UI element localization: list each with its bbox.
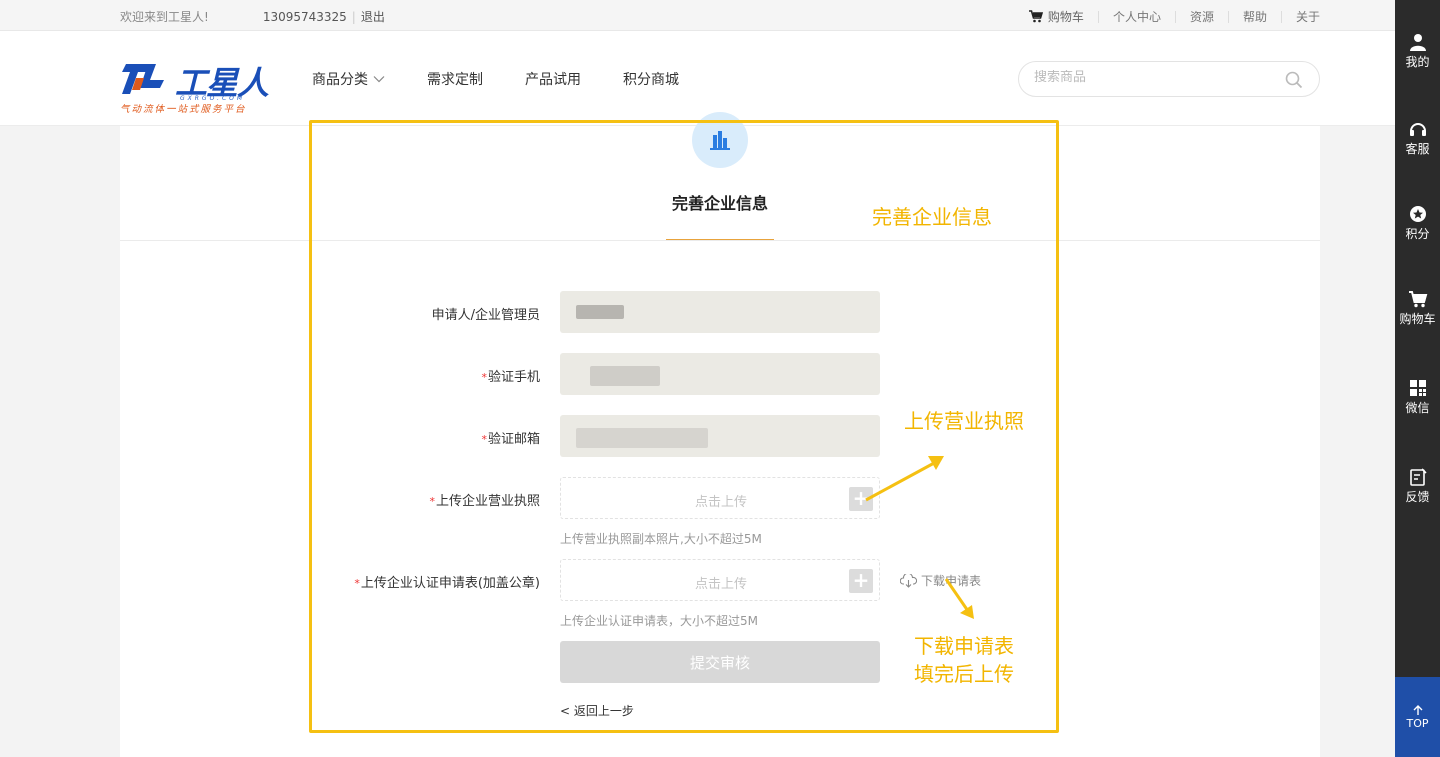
link-about[interactable]: 关于 [1296, 8, 1320, 25]
cloud-download-icon [900, 573, 917, 588]
logo-tagline: 气动流体一站式服务平台 [120, 104, 247, 115]
sidebar-item-feedback[interactable]: 反馈 [1395, 468, 1440, 505]
upload-text: 点击上传 [694, 577, 747, 592]
required-mark: * [481, 433, 487, 446]
cert-label: *上传企业认证申请表(加盖公章) [354, 572, 540, 591]
search-icon[interactable] [1285, 71, 1303, 89]
divider [1097, 10, 1099, 23]
annotation-title-note: 完善企业信息 [872, 205, 992, 229]
logout-link[interactable]: 退出 [361, 8, 385, 25]
email-label-text: 验证邮箱 [487, 432, 540, 447]
required-mark: * [481, 371, 487, 384]
user-icon [1409, 34, 1426, 51]
phone-label: *验证手机 [481, 366, 540, 385]
logo-mark-icon [122, 64, 164, 94]
nav-item-points-mall[interactable]: 积分商城 [623, 69, 679, 89]
arrow-up-icon [1413, 705, 1422, 715]
nav-item-categories[interactable]: 商品分类 [312, 69, 385, 89]
annotation-arrow-icon [865, 456, 944, 502]
top-bar: 欢迎来到工星人! 13095743325 | 退出 购物车 个人中心 资源 帮助… [0, 0, 1395, 31]
submit-button[interactable]: 提交审核 [560, 641, 880, 683]
cart-icon [1408, 291, 1427, 308]
divider: | [351, 9, 356, 24]
cert-label-text: 上传企业认证申请表(加盖公章) [360, 576, 540, 591]
cert-hint: 上传企业认证申请表，大小不超过5M [560, 614, 758, 628]
card-divider [120, 240, 1320, 241]
applicant-label: 申请人/企业管理员 [431, 308, 540, 323]
cart-link[interactable]: 购物车 [1028, 8, 1084, 25]
link-personal-center[interactable]: 个人中心 [1113, 8, 1161, 25]
search-input[interactable] [1034, 70, 1274, 85]
license-label-text: 上传企业营业执照 [435, 494, 540, 509]
nav-item-trial[interactable]: 产品试用 [525, 69, 581, 89]
step-title: 完善企业信息 [671, 194, 768, 213]
required-mark: * [354, 577, 360, 590]
search-box [1018, 61, 1320, 97]
license-label: *上传企业营业执照 [429, 490, 540, 509]
sidebar-item-points[interactable]: 积分 [1395, 205, 1440, 242]
top-label: TOP [1406, 717, 1429, 730]
nav-item-custom[interactable]: 需求定制 [427, 69, 483, 89]
plus-icon[interactable]: + [849, 569, 873, 593]
email-label: *验证邮箱 [481, 428, 540, 447]
sidebar-label: 客服 [1405, 142, 1430, 156]
blurred-value [576, 428, 708, 448]
cert-upload[interactable]: 点击上传 + [560, 559, 880, 601]
star-badge-icon [1409, 206, 1426, 222]
back-link[interactable]: < 返回上一步 [560, 702, 634, 719]
enterprise-info-card: 完善企业信息 申请人/企业管理员 *验证手机 *验证邮箱 *上传企业营业执照 点… [120, 112, 1320, 757]
annotation-arrow-icon [944, 578, 974, 619]
license-hint: 上传营业执照副本照片,大小不超过5M [560, 532, 762, 546]
top-bar-right: 购物车 个人中心 资源 帮助 关于 [1028, 8, 1320, 25]
link-resources[interactable]: 资源 [1190, 8, 1214, 25]
blurred-value [576, 305, 624, 319]
header: 工星人 GXRGO.COM 气动流体一站式服务平台 商品分类 需求定制 产品试用… [0, 31, 1395, 126]
annotation-download-note: 下载申请表 填完后上传 [914, 632, 1014, 688]
user-phone: 13095743325 [262, 9, 347, 24]
logo[interactable]: 工星人 GXRGO.COM 气动流体一站式服务平台 [120, 58, 275, 116]
upload-text: 点击上传 [694, 495, 747, 510]
annotation-line: 下载申请表 [914, 634, 1014, 658]
step-icon-wrapper [692, 112, 748, 168]
blurred-value [590, 366, 660, 386]
sidebar-item-cart[interactable]: 购物车 [1395, 290, 1440, 327]
chevron-down-icon [373, 76, 385, 83]
edit-note-icon [1409, 468, 1427, 486]
phone-label-text: 验证手机 [487, 370, 540, 385]
annotation-line: 填完后上传 [914, 662, 1014, 686]
sidebar-label: 我的 [1405, 55, 1430, 69]
sidebar-item-wechat[interactable]: 微信 [1395, 379, 1440, 416]
annotation-license-note: 上传营业执照 [904, 409, 1024, 433]
cart-label: 购物车 [1047, 10, 1084, 24]
qr-code-icon [1409, 380, 1426, 396]
nav-label: 商品分类 [312, 72, 368, 88]
required-mark: * [429, 495, 435, 508]
sidebar-item-mine[interactable]: 我的 [1395, 33, 1440, 70]
sidebar-item-service[interactable]: 客服 [1395, 121, 1440, 157]
divider [1174, 10, 1176, 23]
divider [1280, 10, 1282, 23]
license-upload[interactable]: 点击上传 + [560, 477, 880, 519]
building-icon [710, 131, 730, 150]
sidebar-label: 微信 [1405, 401, 1430, 415]
email-field [560, 415, 880, 457]
sidebar-label: 购物车 [1399, 312, 1436, 326]
sidebar-label: 反馈 [1405, 490, 1430, 504]
right-sidebar: 我的 客服 积分 购物车 微信 反馈 TOP [1395, 0, 1440, 757]
top-bar-left: 欢迎来到工星人! 13095743325 | 退出 [120, 8, 385, 25]
welcome-text: 欢迎来到工星人! [120, 10, 209, 24]
applicant-field [560, 291, 880, 333]
main-nav: 商品分类 需求定制 产品试用 积分商城 [312, 69, 721, 89]
link-help[interactable]: 帮助 [1243, 8, 1267, 25]
phone-field [560, 353, 880, 395]
headset-icon [1409, 123, 1426, 136]
cart-icon [1028, 10, 1043, 23]
back-to-top-button[interactable]: TOP [1395, 677, 1440, 757]
sidebar-label: 积分 [1405, 227, 1430, 241]
divider [1227, 10, 1229, 23]
